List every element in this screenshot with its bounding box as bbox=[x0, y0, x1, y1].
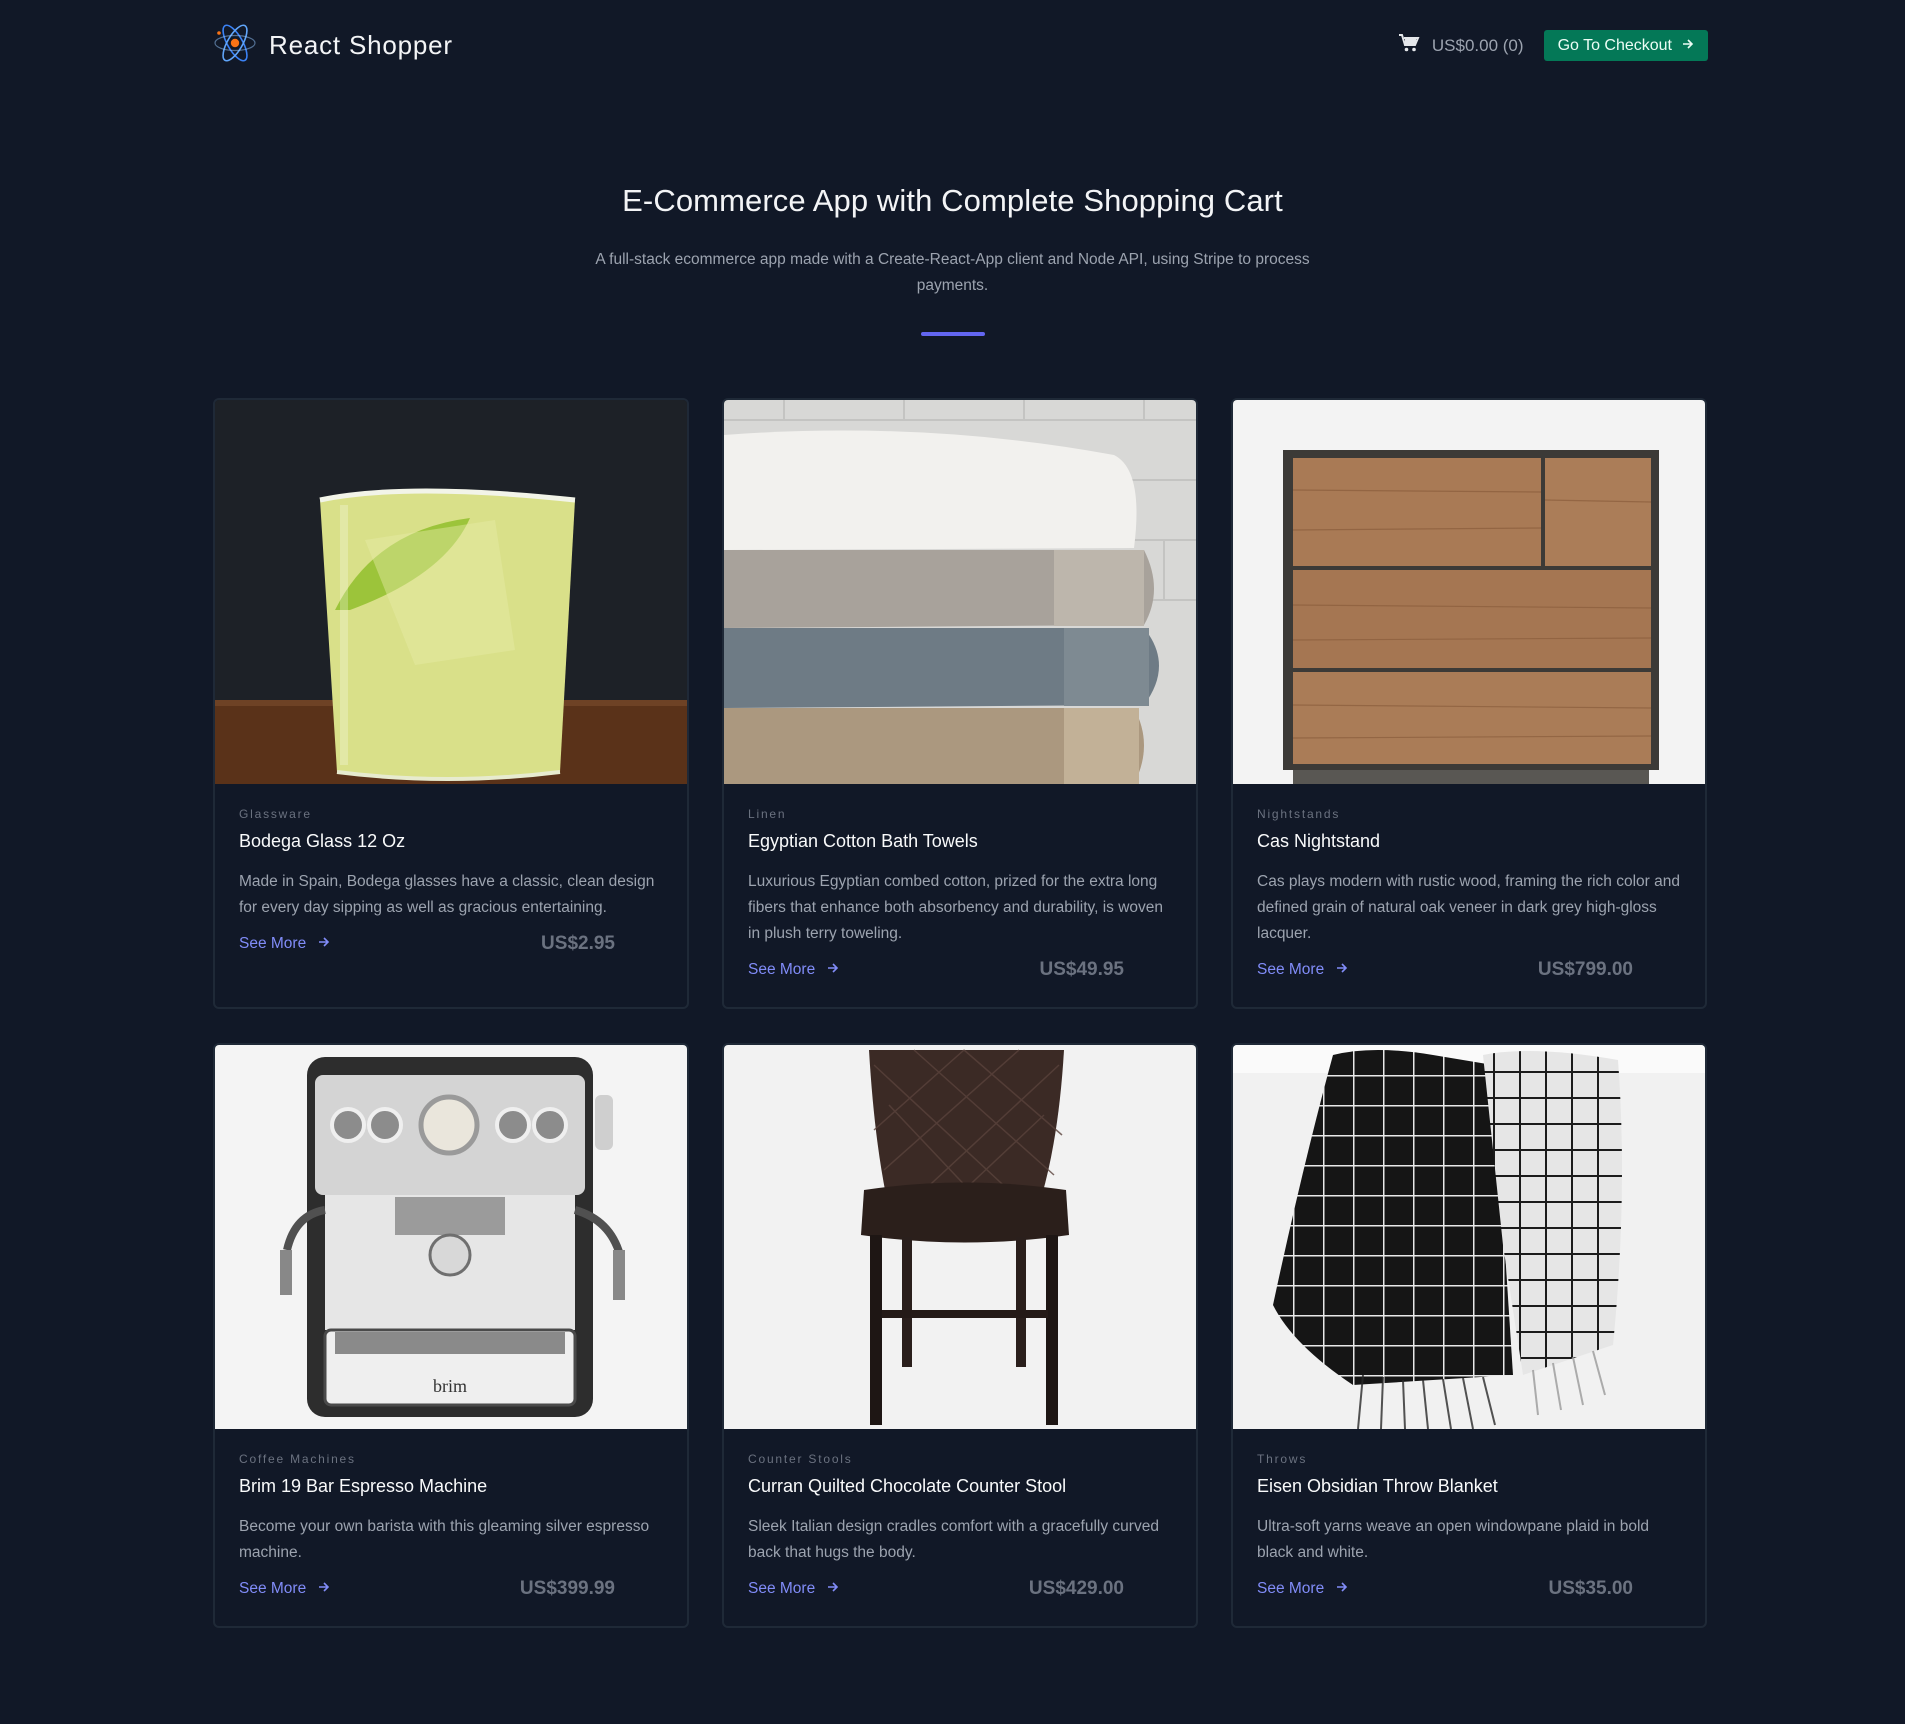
react-atom-logo-icon bbox=[213, 19, 257, 72]
product-price: US$799.00 bbox=[1537, 959, 1633, 980]
product-description: Ultra-soft yarns weave an open windowpan… bbox=[1257, 1518, 1650, 1561]
product-price: US$429.00 bbox=[1028, 1578, 1124, 1599]
product-title[interactable]: Cas Nightstand bbox=[1257, 831, 1681, 852]
product-category: Counter Stools bbox=[748, 1452, 853, 1466]
product-image-blanket[interactable] bbox=[1233, 1045, 1705, 1429]
top-navbar: React Shopper US$0.00 (0) Go To Checkout bbox=[213, 18, 1708, 73]
product-image-stool[interactable] bbox=[724, 1045, 1196, 1429]
see-more-link[interactable]: See More bbox=[1257, 961, 1348, 979]
arrow-right-icon bbox=[827, 961, 839, 979]
see-more-label: See More bbox=[1257, 961, 1325, 978]
see-more-label: See More bbox=[239, 935, 307, 952]
arrow-right-icon bbox=[318, 1580, 330, 1598]
product-card[interactable]: brim Coffee Machines Brim 19 Bar Espress… bbox=[213, 1043, 689, 1628]
product-image-espresso[interactable]: brim bbox=[215, 1045, 687, 1429]
product-image-towels[interactable] bbox=[724, 400, 1196, 784]
product-image-glass[interactable] bbox=[215, 400, 687, 784]
see-more-label: See More bbox=[748, 961, 816, 978]
see-more-link[interactable]: See More bbox=[1257, 1580, 1348, 1598]
product-title[interactable]: Curran Quilted Chocolate Counter Stool bbox=[748, 1476, 1172, 1497]
product-category: Coffee Machines bbox=[239, 1452, 356, 1466]
brand-wordmark: brim bbox=[433, 1376, 467, 1396]
product-card[interactable]: Counter Stools Curran Quilted Chocolate … bbox=[722, 1043, 1198, 1628]
product-card[interactable]: Glassware Bodega Glass 12 Oz Made in Spa… bbox=[213, 398, 689, 1009]
see-more-link[interactable]: See More bbox=[239, 1580, 330, 1598]
arrow-right-icon bbox=[318, 935, 330, 953]
product-category: Glassware bbox=[239, 807, 312, 821]
product-description: Become your own barista with this gleami… bbox=[239, 1518, 650, 1561]
product-category: Nightstands bbox=[1257, 807, 1341, 821]
product-image-nightstand[interactable] bbox=[1233, 400, 1705, 784]
product-price: US$49.95 bbox=[1039, 959, 1124, 980]
product-price: US$399.99 bbox=[519, 1578, 615, 1599]
product-card[interactable]: Nightstands Cas Nightstand Cas plays mod… bbox=[1231, 398, 1707, 1009]
product-title[interactable]: Egyptian Cotton Bath Towels bbox=[748, 831, 1172, 852]
page-title: E-Commerce App with Complete Shopping Ca… bbox=[622, 183, 1283, 218]
see-more-link[interactable]: See More bbox=[239, 935, 330, 953]
brand[interactable]: React Shopper bbox=[213, 19, 453, 72]
see-more-link[interactable]: See More bbox=[748, 1580, 839, 1598]
page-subtitle: A full-stack ecommerce app made with a C… bbox=[595, 251, 1310, 294]
product-card[interactable]: Throws Eisen Obsidian Throw Blanket Ultr… bbox=[1231, 1043, 1707, 1628]
cart-summary[interactable]: US$0.00 (0) bbox=[1398, 33, 1524, 58]
arrow-right-icon bbox=[1336, 961, 1348, 979]
arrow-right-icon bbox=[827, 1580, 839, 1598]
product-description: Luxurious Egyptian combed cotton, prized… bbox=[748, 873, 1164, 942]
page: React Shopper US$0.00 (0) Go To Checkout bbox=[0, 0, 1905, 1724]
product-grid: Glassware Bodega Glass 12 Oz Made in Spa… bbox=[213, 398, 1707, 1628]
see-more-label: See More bbox=[239, 1580, 307, 1597]
checkout-button[interactable]: Go To Checkout bbox=[1543, 30, 1708, 61]
product-price: US$35.00 bbox=[1548, 1578, 1633, 1599]
title-underline bbox=[920, 332, 985, 336]
product-title[interactable]: Bodega Glass 12 Oz bbox=[239, 831, 663, 852]
checkout-label: Go To Checkout bbox=[1557, 36, 1672, 54]
cart-area: US$0.00 (0) Go To Checkout bbox=[1398, 30, 1708, 61]
see-more-label: See More bbox=[1257, 1580, 1325, 1597]
cart-total: US$0.00 (0) bbox=[1431, 35, 1524, 55]
product-title[interactable]: Brim 19 Bar Espresso Machine bbox=[239, 1476, 663, 1497]
product-description: Made in Spain, Bodega glasses have a cla… bbox=[239, 873, 655, 916]
product-category: Throws bbox=[1257, 1452, 1308, 1466]
arrow-right-icon bbox=[1682, 37, 1694, 55]
product-price: US$2.95 bbox=[541, 933, 615, 954]
product-title[interactable]: Eisen Obsidian Throw Blanket bbox=[1257, 1476, 1681, 1497]
product-description: Sleek Italian design cradles comfort wit… bbox=[748, 1518, 1159, 1561]
shopping-cart-icon bbox=[1398, 33, 1420, 58]
see-more-link[interactable]: See More bbox=[748, 961, 839, 979]
product-description: Cas plays modern with rustic wood, frami… bbox=[1257, 873, 1680, 942]
see-more-label: See More bbox=[748, 1580, 816, 1597]
hero: E-Commerce App with Complete Shopping Ca… bbox=[0, 183, 1905, 336]
arrow-right-icon bbox=[1336, 1580, 1348, 1598]
product-card[interactable]: Linen Egyptian Cotton Bath Towels Luxuri… bbox=[722, 398, 1198, 1009]
brand-name: React Shopper bbox=[269, 30, 453, 60]
product-category: Linen bbox=[748, 807, 787, 821]
